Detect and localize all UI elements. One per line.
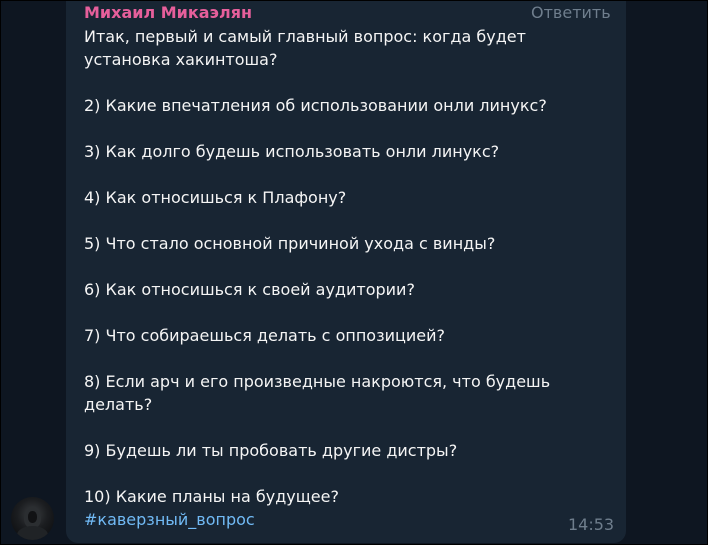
message-paragraph: 10) Какие планы на будущее? <box>84 487 339 506</box>
message-paragraph: 4) Как относишься к Плафону? <box>84 188 347 207</box>
message-paragraph: 3) Как долго будешь использовать онли ли… <box>84 142 500 161</box>
reply-button[interactable]: Ответить <box>531 2 611 24</box>
message-timestamp: 14:53 <box>568 515 615 534</box>
message-paragraph: 9) Будешь ли ты пробовать другие дистры? <box>84 441 458 460</box>
message-paragraph: 2) Какие впечатления об использовании он… <box>84 96 547 115</box>
message-paragraph: Итак, первый и самый главный вопрос: ког… <box>84 27 526 69</box>
message-paragraph: 6) Как относишься к своей аудитории? <box>84 280 415 299</box>
avatar-shoulders-shape <box>17 526 48 540</box>
avatar[interactable] <box>11 497 54 540</box>
message-text: Итак, первый и самый главный вопрос: ког… <box>84 25 614 531</box>
message-paragraph: 7) Что собираешься делать с оппозицией? <box>84 326 445 345</box>
sender-name[interactable]: Михаил Микаэлян <box>84 2 252 24</box>
avatar-face-shape <box>28 511 37 523</box>
hashtag-link[interactable]: #каверзный_вопрос <box>84 508 255 531</box>
message-paragraph: 5) Что стало основной причиной ухода с в… <box>84 234 496 253</box>
message-paragraph: 8) Если арч и его произведные накроются,… <box>84 372 551 414</box>
